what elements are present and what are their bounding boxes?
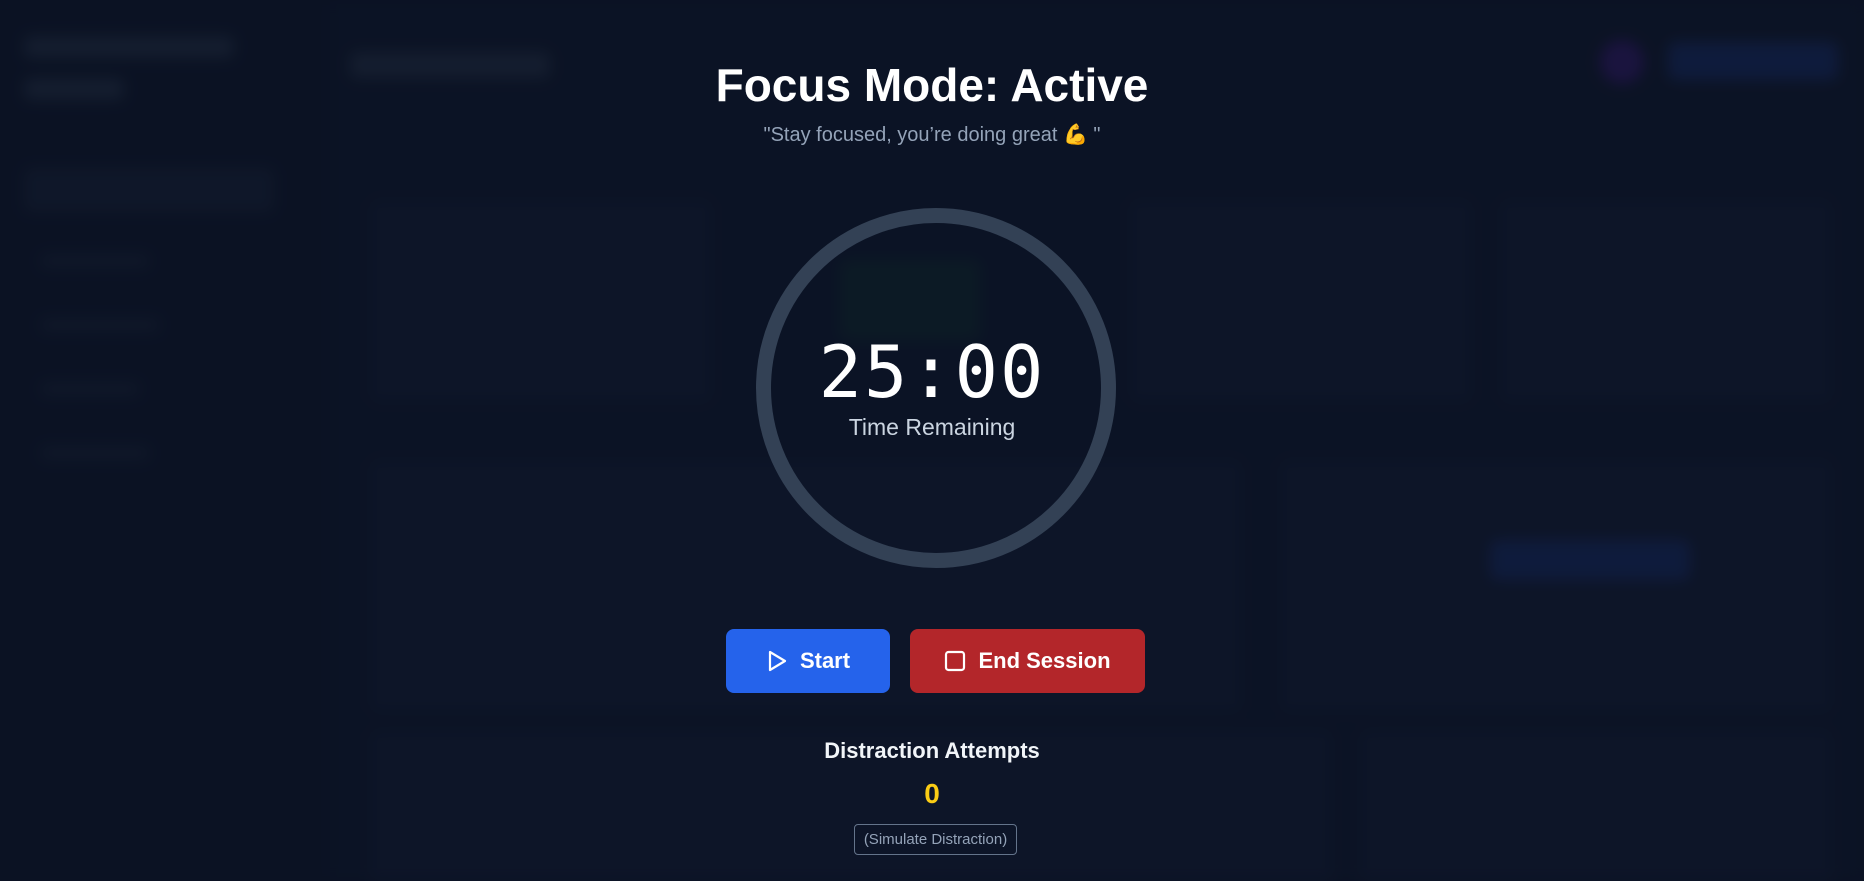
- start-button[interactable]: Start: [726, 629, 890, 693]
- timer-value: 25:00: [818, 330, 1046, 414]
- play-icon: [766, 649, 788, 673]
- timer-label: Time Remaining: [848, 414, 1016, 440]
- focus-panel: Focus Mode: Active "Stay focused, you’re…: [0, 0, 1864, 881]
- page-title: Focus Mode: Active: [715, 59, 1149, 111]
- motivational-quote: "Stay focused, you’re doing great 💪 ": [763, 124, 1101, 146]
- start-button-label: Start: [799, 648, 851, 673]
- stop-icon: [944, 650, 966, 672]
- simulate-distraction-button[interactable]: (Simulate Distraction): [854, 824, 1017, 855]
- distraction-attempts-title: Distraction Attempts: [824, 738, 1040, 763]
- distraction-attempts-count: 0: [924, 778, 940, 809]
- focus-mode-screen: Focus Mode: Active "Stay focused, you’re…: [0, 0, 1864, 881]
- end-session-button-label: End Session: [978, 648, 1111, 673]
- end-session-button[interactable]: End Session: [910, 629, 1145, 693]
